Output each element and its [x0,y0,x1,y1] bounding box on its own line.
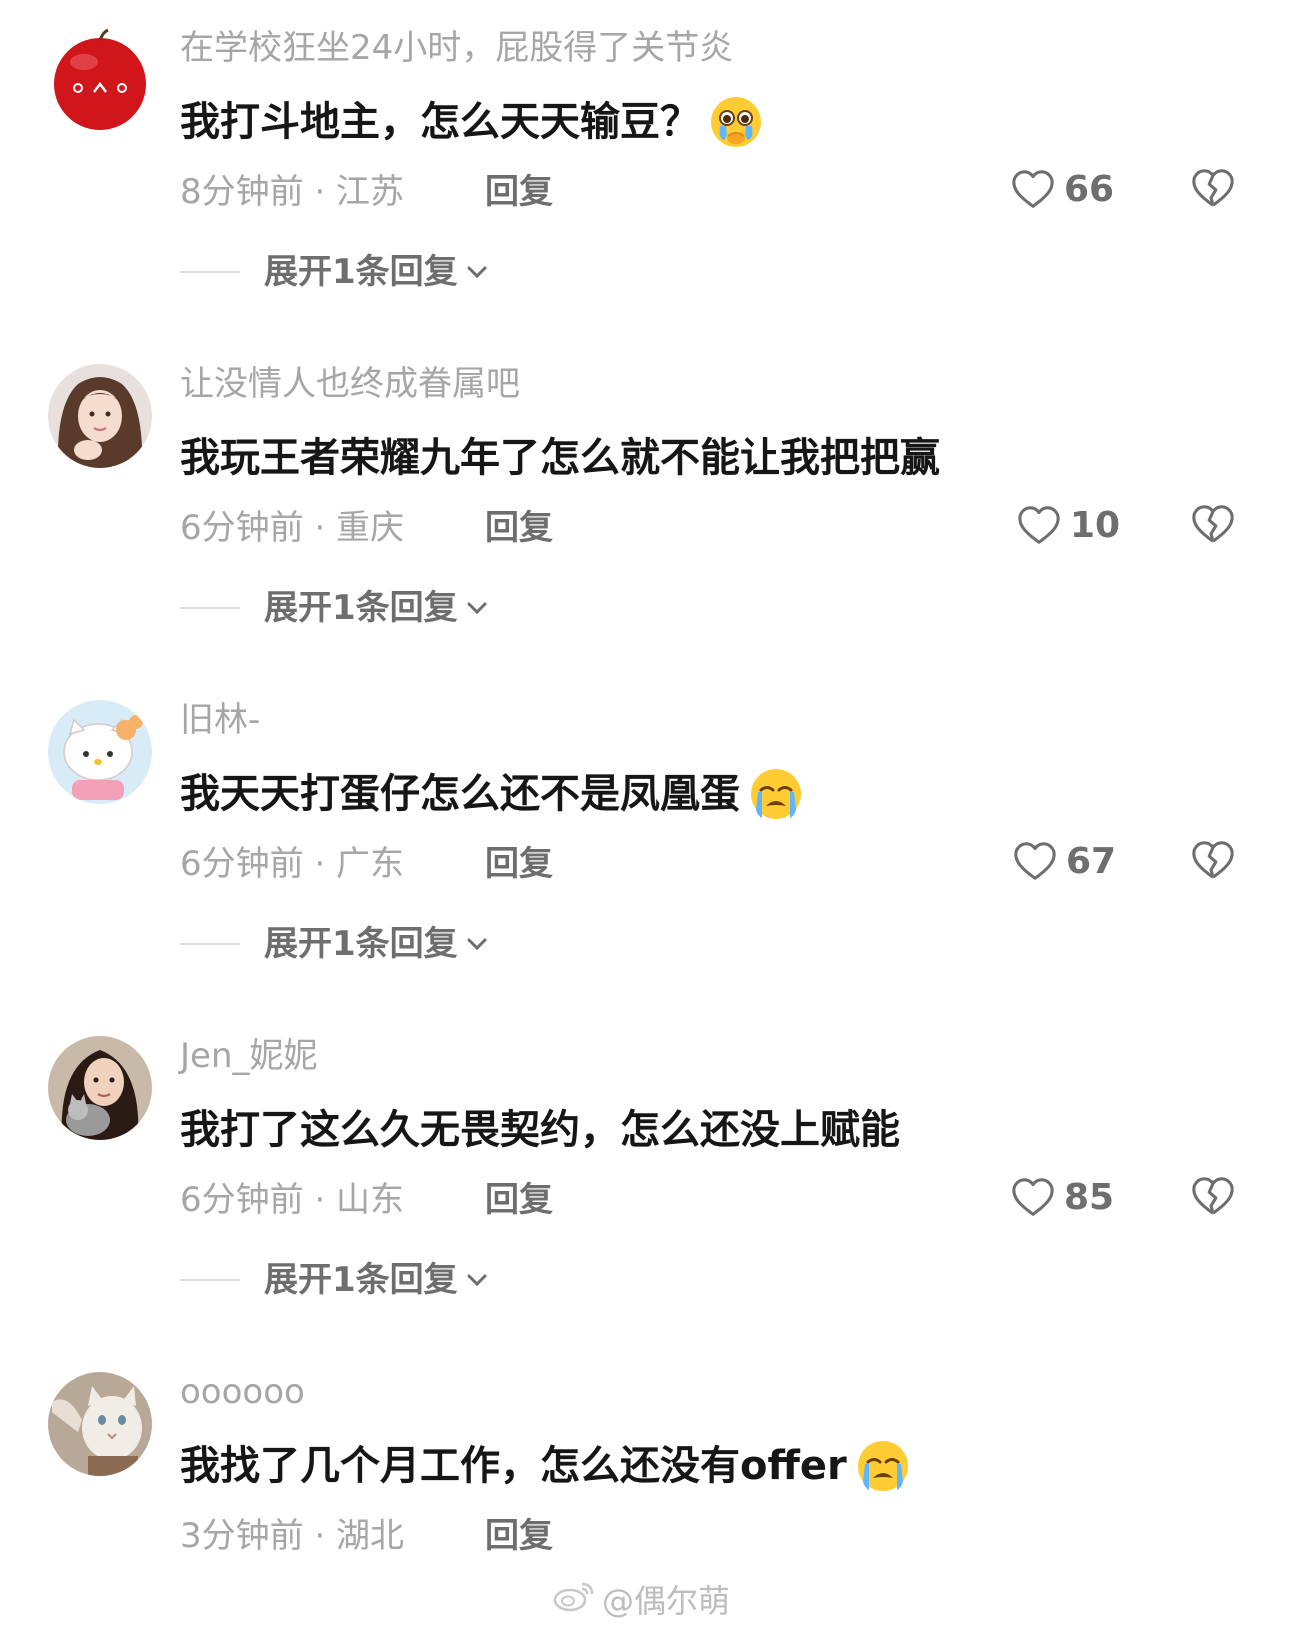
comment-text-content: 我打了这么久无畏契约，怎么还没上赋能 [180,1107,900,1153]
comment-meta: 6分钟前 · 广东 [180,844,405,884]
reply-button[interactable]: 回复 [485,1176,553,1224]
reply-button[interactable]: 回复 [485,168,553,216]
like-count: 85 [1064,1177,1115,1218]
expand-replies-label: 展开1条回复 [264,924,458,964]
broken-heart-icon [1190,838,1236,884]
broken-heart-icon [1190,166,1236,212]
pleading-face-crying-icon [708,94,764,150]
avatar[interactable] [48,1036,152,1140]
comment-text-content: 我天天打蛋仔怎么还不是凤凰蛋 [180,771,740,817]
like-count: 10 [1070,505,1121,546]
avatar[interactable] [48,700,152,804]
comment-text: 我打了这么久无畏契约，怎么还没上赋能 [180,1102,900,1158]
chevron-down-icon [458,259,490,285]
comment-item: Jen_妮妮 我打了这么久无畏契约，怎么还没上赋能 6分钟前 · 山东 回复 8… [0,1008,1290,1344]
comment-meta: 6分钟前 · 山东 [180,1180,405,1220]
comment-username[interactable]: Jen_妮妮 [180,1032,318,1080]
divider [180,943,240,945]
like-button[interactable]: 85 [1010,1174,1114,1222]
divider [180,271,240,273]
broken-heart-icon [1190,1174,1236,1220]
comment-text: 我找了几个月工作，怎么还没有offer [180,1438,911,1494]
expand-replies-button[interactable]: 展开1条回复 [180,920,490,968]
avatar[interactable] [48,28,152,132]
comment-text: 我天天打蛋仔怎么还不是凤凰蛋 [180,766,804,822]
loudly-crying-face-icon [748,766,804,822]
dislike-button[interactable] [1190,166,1236,212]
divider [180,1279,240,1281]
comment-username[interactable]: 旧林- [180,696,260,744]
comment-item: 旧林- 我天天打蛋仔怎么还不是凤凰蛋 6分钟前 · 广东 回复 67 展开1条回… [0,672,1290,1008]
reply-button[interactable]: 回复 [485,840,553,888]
reply-button[interactable]: 回复 [485,1512,553,1560]
heart-outline-icon [1010,1175,1056,1221]
reply-button[interactable]: 回复 [485,504,553,552]
chevron-down-icon [458,931,490,957]
comment-text-content: 我打斗地主，怎么天天输豆？ [180,99,700,145]
comment-text: 我玩王者荣耀九年了怎么就不能让我把把赢 [180,430,940,486]
loudly-crying-face-icon [855,1438,911,1494]
like-count: 67 [1066,841,1117,882]
comment-list: 在学校狂坐24小时，屁股得了关节炎 我打斗地主，怎么天天输豆？ 8分钟前 · 江… [0,0,1290,1625]
dislike-button[interactable] [1190,838,1236,884]
chevron-down-icon [458,1267,490,1293]
watermark-text: @偶尔萌 [602,1582,731,1620]
watermark: @偶尔萌 [552,1576,730,1622]
like-button[interactable]: 66 [1010,166,1114,214]
like-count: 66 [1064,169,1115,210]
like-button[interactable]: 67 [1012,838,1116,886]
comment-text-content: 我玩王者荣耀九年了怎么就不能让我把把赢 [180,435,940,481]
like-button[interactable]: 10 [1016,502,1120,550]
heart-outline-icon [1012,839,1058,885]
dislike-button[interactable] [1190,1174,1236,1220]
comment-username[interactable]: oooooo [180,1368,305,1416]
dislike-button[interactable] [1190,502,1236,548]
comment-text: 我打斗地主，怎么天天输豆？ [180,94,764,150]
comment-item: 在学校狂坐24小时，屁股得了关节炎 我打斗地主，怎么天天输豆？ 8分钟前 · 江… [0,0,1290,336]
expand-replies-button[interactable]: 展开1条回复 [180,248,490,296]
divider [180,607,240,609]
chevron-down-icon [458,595,490,621]
heart-outline-icon [1010,167,1056,213]
avatar[interactable] [48,1372,152,1476]
comment-meta: 8分钟前 · 江苏 [180,172,405,212]
weibo-logo-icon [552,1578,602,1620]
expand-replies-button[interactable]: 展开1条回复 [180,584,490,632]
expand-replies-label: 展开1条回复 [264,588,458,628]
expand-replies-button[interactable]: 展开1条回复 [180,1256,490,1304]
comment-meta: 6分钟前 · 重庆 [180,508,405,548]
expand-replies-label: 展开1条回复 [264,1260,458,1300]
heart-outline-icon [1016,503,1062,549]
comment-text-content: 我找了几个月工作，怎么还没有offer [180,1443,847,1489]
avatar[interactable] [48,364,152,468]
broken-heart-icon [1190,502,1236,548]
expand-replies-label: 展开1条回复 [264,252,458,292]
comment-item: 让没情人也终成眷属吧 我玩王者荣耀九年了怎么就不能让我把把赢 6分钟前 · 重庆… [0,336,1290,672]
comment-username[interactable]: 让没情人也终成眷属吧 [180,360,520,408]
comment-username[interactable]: 在学校狂坐24小时，屁股得了关节炎 [180,24,733,72]
comment-meta: 3分钟前 · 湖北 [180,1516,405,1556]
